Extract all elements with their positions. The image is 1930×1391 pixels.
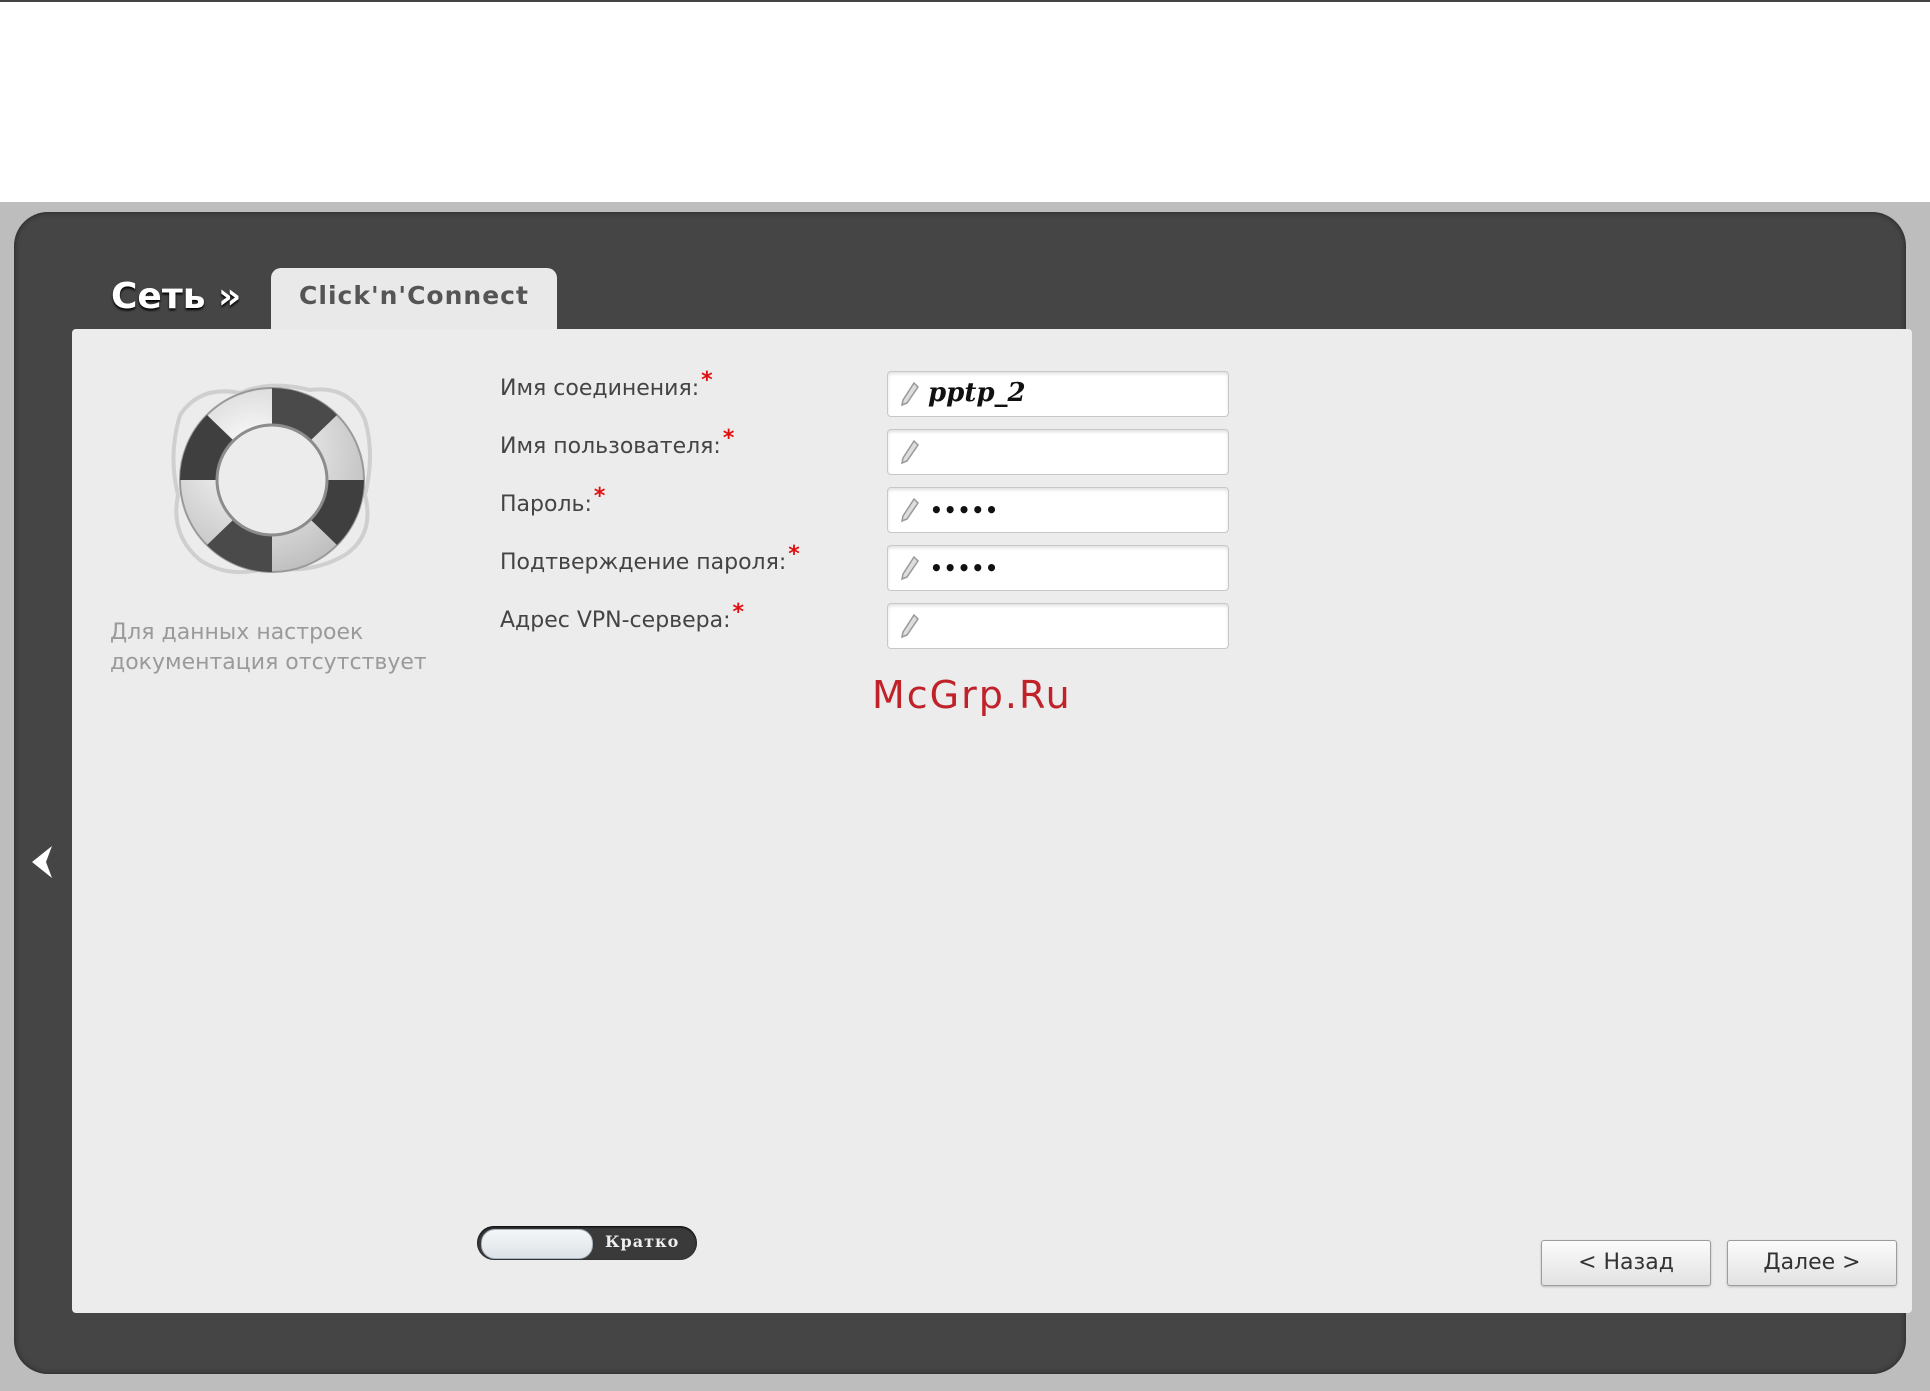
view-mode-toggle[interactable]: Кратко [477,1226,697,1260]
toggle-label: Кратко [605,1232,680,1251]
documentation-note: Для данных настроек документация отсутст… [110,620,427,675]
connection-name-label: Имя соединения:* [500,368,713,401]
password-label: Пароль:* [500,484,606,517]
password-input[interactable]: ••••• [887,487,1229,533]
watermark: McGrp.Ru [872,673,1072,717]
pencil-icon [900,381,919,407]
password-value: ••••• [930,498,999,522]
connection-name-value: pptp_2 [928,378,1026,408]
next-button[interactable]: Далее > [1727,1240,1897,1286]
required-marker: * [593,484,606,509]
password-confirm-value: ••••• [930,556,999,580]
back-button[interactable]: < Назад [1541,1240,1711,1286]
required-marker: * [732,600,745,625]
vpn-server-label: Адрес VPN-сервера:* [500,600,745,633]
lifebuoy-icon [171,383,372,575]
password-confirm-label: Подтверждение пароля:* [500,542,800,575]
required-marker: * [722,426,735,451]
connection-name-input[interactable]: pptp_2 [887,371,1229,417]
pencil-icon [900,613,919,639]
required-marker: * [701,368,713,393]
tab-click-n-connect[interactable]: Click'n'Connect [271,268,557,332]
pencil-icon [900,439,919,465]
required-marker: * [788,542,800,567]
pencil-icon [900,497,919,523]
section-title[interactable]: Сеть » [111,276,241,317]
chevron-left-icon[interactable] [26,842,58,882]
password-confirm-input[interactable]: ••••• [887,545,1229,591]
vpn-server-input[interactable] [887,603,1229,649]
top-rule [0,0,1930,2]
username-label: Имя пользователя:* [500,426,735,459]
username-input[interactable] [887,429,1229,475]
pencil-icon [900,555,919,581]
toggle-knob[interactable] [481,1229,593,1259]
